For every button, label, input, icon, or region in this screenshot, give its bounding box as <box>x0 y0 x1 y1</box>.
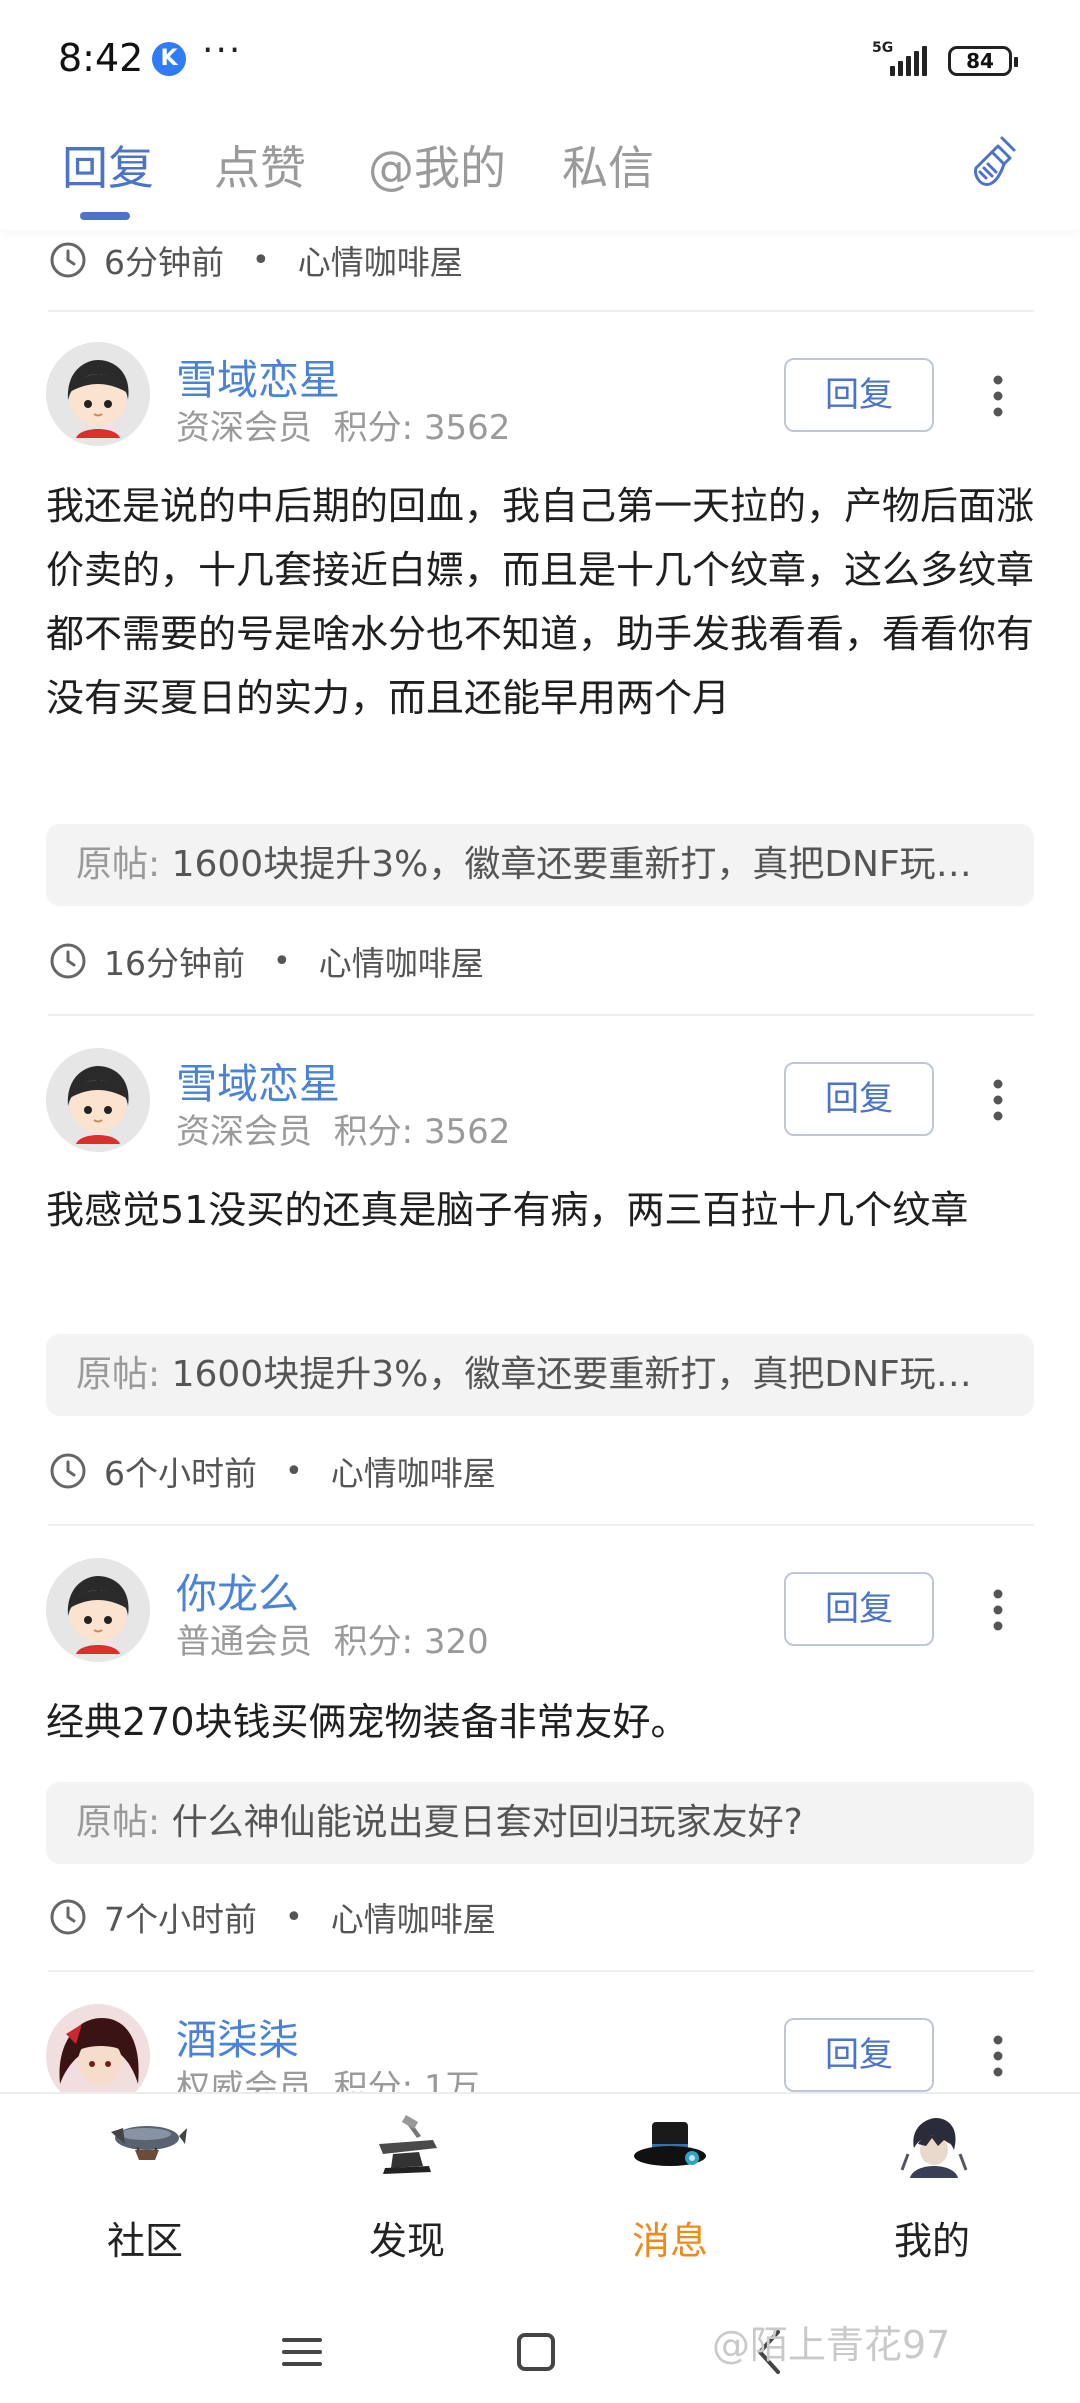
post-time: 6个小时前 <box>104 1454 257 1493</box>
nav-profile[interactable]: 我的 <box>832 2114 1032 2274</box>
system-navigation-bar: @陌上青花97 <box>0 2282 1080 2403</box>
home-icon[interactable] <box>506 2322 566 2382</box>
username[interactable]: 雪域恋星 <box>176 346 340 406</box>
avatar[interactable] <box>46 2004 150 2092</box>
bottom-navigation: 社区 发现 消息 我的 <box>0 2092 1080 2282</box>
user-rank: 普通会员 积分: 320 <box>176 1622 489 1662</box>
post-time: 16分钟前 <box>104 944 245 983</box>
more-notifications-icon: ··· <box>202 30 243 71</box>
divider <box>48 1014 1034 1016</box>
post-time: 7个小时前 <box>104 1900 257 1939</box>
reply-button[interactable]: 回复 <box>784 1062 934 1136</box>
nav-label: 发现 <box>368 2219 445 2263</box>
anvil-icon <box>379 2115 437 2174</box>
post-meta: 6个小时前 • 心情咖啡屋 <box>48 1446 496 1496</box>
tab-reply[interactable]: 回复 <box>62 132 154 198</box>
user-rank: 资深会员 积分: 3562 <box>176 408 511 448</box>
avatar[interactable] <box>46 1048 150 1152</box>
forum-name[interactable]: 心情咖啡屋 <box>331 1893 496 1941</box>
nav-label: 社区 <box>106 2219 183 2263</box>
reply-feed[interactable]: 6分钟前 • 心情咖啡屋 雪域恋星 资深会员 积分: 3562 回复 我还是说的… <box>0 230 1080 2092</box>
nav-discover[interactable]: 发现 <box>307 2114 507 2274</box>
status-time: 8:42 <box>58 36 144 80</box>
watermark: @陌上青花97 <box>712 2323 951 2367</box>
reply-content: 经典270块钱买俩宠物装备非常友好。 <box>46 1700 689 1744</box>
user-rank: 资深会员 积分: 3562 <box>176 1112 511 1152</box>
nav-community[interactable]: 社区 <box>45 2114 245 2274</box>
signal-icon: 5G <box>872 40 938 76</box>
clock-icon <box>50 943 86 979</box>
more-options-icon[interactable] <box>978 2026 1018 2086</box>
more-options-icon[interactable] <box>978 1580 1018 1640</box>
nav-label: 我的 <box>893 2219 970 2263</box>
clock-icon <box>50 1899 86 1935</box>
username[interactable]: 你龙么 <box>176 1560 299 1620</box>
clock-icon <box>50 242 86 278</box>
app-notification-icon: K <box>152 42 186 76</box>
username[interactable]: 雪域恋星 <box>176 1050 340 1110</box>
original-post[interactable]: 原帖: 1600块提升3%，徽章还要重新打，真把DNF玩家当冤种了 <box>46 824 1034 906</box>
forum-name[interactable]: 心情咖啡屋 <box>319 937 484 985</box>
airship-icon <box>111 2126 187 2160</box>
separator-dot: • <box>252 242 270 278</box>
user-rank: 权威会员 积分: 1万 <box>176 2068 480 2092</box>
more-options-icon[interactable] <box>978 1070 1018 1130</box>
separator-dot: • <box>285 1899 303 1935</box>
post-meta: 6分钟前 • 心情咖啡屋 <box>48 235 463 285</box>
reply-content: 我还是说的中后期的回血，我自己第一天拉的，产物后面涨价卖的，十几套接近白嫖，而且… <box>46 484 1035 720</box>
post-time: 6分钟前 <box>104 243 224 282</box>
message-tabs: 回复 点赞 @我的 私信 <box>0 120 1080 230</box>
top-hat-icon <box>634 2122 706 2166</box>
post-meta: 16分钟前 • 心情咖啡屋 <box>48 936 484 986</box>
divider <box>48 310 1034 312</box>
reply-button[interactable]: 回复 <box>784 358 934 432</box>
reply-content: 我感觉51没买的还真是脑子有病，两三百拉十几个纹章 <box>46 1188 969 1232</box>
original-post[interactable]: 原帖: 什么神仙能说出夏日套对回归玩家友好? <box>46 1782 1034 1864</box>
username[interactable]: 酒柒柒 <box>176 2006 299 2066</box>
nav-label: 消息 <box>631 2219 708 2263</box>
clock-icon <box>50 1453 86 1489</box>
separator-dot: • <box>285 1453 303 1489</box>
divider <box>48 1524 1034 1526</box>
nav-messages[interactable]: 消息 <box>570 2114 770 2274</box>
reply-button[interactable]: 回复 <box>784 2018 934 2092</box>
separator-dot: • <box>273 943 291 979</box>
broom-icon[interactable] <box>964 132 1024 192</box>
avatar[interactable] <box>46 1558 150 1662</box>
tab-private-messages[interactable]: 私信 <box>562 132 654 198</box>
avatar[interactable] <box>46 342 150 446</box>
divider <box>48 1970 1034 1972</box>
tab-indicator <box>80 212 130 220</box>
character-icon <box>900 2118 968 2178</box>
reply-button[interactable]: 回复 <box>784 1572 934 1646</box>
post-meta: 7个小时前 • 心情咖啡屋 <box>48 1892 496 1942</box>
more-options-icon[interactable] <box>978 366 1018 426</box>
tab-mentions[interactable]: @我的 <box>368 132 506 198</box>
status-bar: 8:42 K ··· 5G 84 <box>0 0 1080 120</box>
battery-icon: 84 <box>948 46 1018 76</box>
menu-icon[interactable] <box>272 2322 332 2382</box>
forum-name[interactable]: 心情咖啡屋 <box>298 236 463 284</box>
forum-name[interactable]: 心情咖啡屋 <box>331 1447 496 1495</box>
tab-likes[interactable]: 点赞 <box>214 132 306 198</box>
original-post[interactable]: 原帖: 1600块提升3%，徽章还要重新打，真把DNF玩家当冤种了 <box>46 1334 1034 1416</box>
